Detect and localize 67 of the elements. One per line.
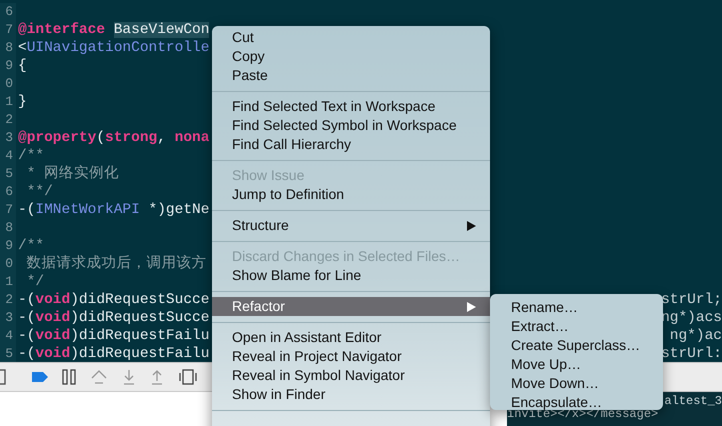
menu-item[interactable]: Create Superclass… <box>490 336 663 355</box>
line-number: 4 <box>0 327 16 345</box>
menu-item[interactable]: Move Down… <box>490 374 663 393</box>
line-number: 7 <box>0 201 16 219</box>
code-line: /** <box>17 237 44 255</box>
code-line: 数据请求成功后，调用该方 <box>26 255 207 273</box>
code-line: ng*)ac <box>670 327 722 345</box>
menu-item[interactable]: Open in Assistant Editor <box>212 328 490 347</box>
step-into-icon[interactable] <box>122 369 136 385</box>
console-line: invite></x></message> <box>507 408 658 421</box>
line-number: 4 <box>0 147 16 165</box>
line-number: 5 <box>0 165 16 183</box>
menu-item[interactable]: Show Blame for Line <box>212 266 490 285</box>
menu-item[interactable]: Jump to Definition <box>212 185 490 204</box>
menu-item[interactable]: Find Selected Text in Workspace <box>212 97 490 116</box>
menu-item[interactable]: Structure <box>212 216 490 235</box>
line-number: 6 <box>0 183 16 201</box>
code-line: -(void)didRequestSucce <box>17 309 210 327</box>
code-line: -(IMNetWorkAPI *)getNe <box>17 201 210 219</box>
code-line: ng*)acs <box>661 309 722 327</box>
code-line: **/ <box>26 183 53 201</box>
code-line: -(void)didRequestFailu <box>17 345 210 362</box>
line-number: 3 <box>0 309 16 327</box>
code-line: */ <box>26 273 44 291</box>
menu-item[interactable]: Reveal in Project Navigator <box>212 347 490 366</box>
line-number: 3 <box>0 129 16 147</box>
line-number: 7 <box>0 21 16 39</box>
code-line: } <box>17 93 27 111</box>
pause-icon[interactable] <box>62 369 76 385</box>
line-number: 8 <box>0 39 16 57</box>
menu-item[interactable]: Copy <box>212 47 490 66</box>
code-line: @interface BaseViewCon <box>17 21 210 39</box>
line-number: 2 <box>0 291 16 309</box>
line-number: 1 <box>0 93 16 111</box>
code-line: { <box>17 57 27 75</box>
code-line: strUrl; <box>661 291 722 309</box>
code-line: <UINavigationControlle <box>17 39 210 57</box>
menu-item[interactable]: Cut <box>212 28 490 47</box>
line-number: 9 <box>0 237 16 255</box>
line-number: 5 <box>0 345 16 362</box>
code-line: * 网络实例化 <box>26 165 120 183</box>
code-line: -(void)didRequestSucce <box>17 291 210 309</box>
menu-item[interactable]: Show in Finder <box>212 385 490 404</box>
menu-item[interactable]: Move Up… <box>490 355 663 374</box>
line-number: 8 <box>0 219 16 237</box>
console-line: altest_3 <box>664 395 722 408</box>
menu-item[interactable]: Rename… <box>490 298 663 317</box>
code-line: /** <box>17 147 44 165</box>
code-line: strUrl: <box>661 345 722 362</box>
step-over-icon[interactable] <box>90 369 108 385</box>
line-number: 0 <box>0 75 16 93</box>
step-out-icon[interactable] <box>150 369 164 385</box>
menu-item[interactable]: Reveal in Symbol Navigator <box>212 366 490 385</box>
breakpoint-icon[interactable] <box>32 372 48 382</box>
menu-item[interactable]: Extract… <box>490 317 663 336</box>
menu-item[interactable]: Refactor <box>212 297 490 316</box>
line-number: 0 <box>0 255 16 273</box>
line-number: 6 <box>0 3 16 21</box>
view-debugger-icon[interactable] <box>178 369 198 385</box>
menu-item[interactable]: Find Selected Symbol in Workspace <box>212 116 490 135</box>
menu-item[interactable]: Paste <box>212 66 490 85</box>
line-number: 9 <box>0 57 16 75</box>
code-line: -(void)didRequestFailu <box>17 327 210 345</box>
line-number: 2 <box>0 111 16 129</box>
code-line: @property(strong, nona <box>17 129 210 147</box>
line-number: 1 <box>0 273 16 291</box>
menu-item[interactable]: Find Call Hierarchy <box>212 135 490 154</box>
